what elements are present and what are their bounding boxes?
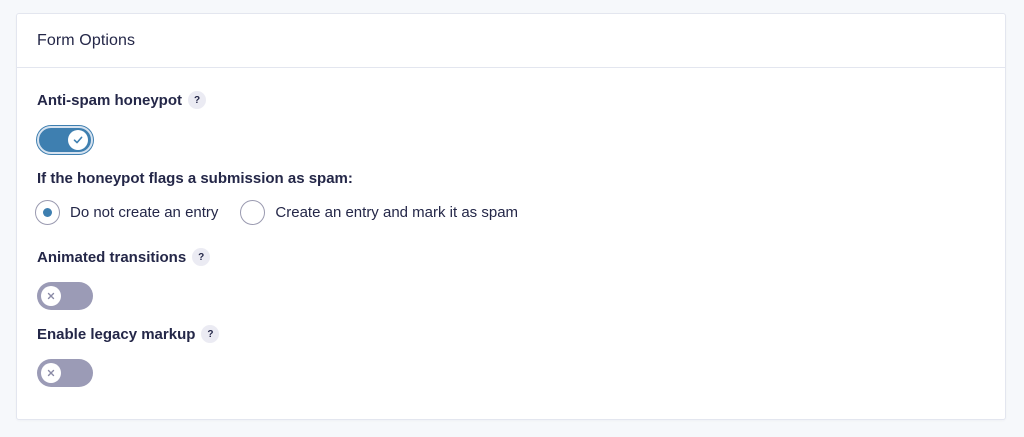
toggle-knob bbox=[41, 363, 61, 383]
check-icon bbox=[73, 136, 83, 144]
radio-mark-spam[interactable] bbox=[240, 200, 266, 225]
x-icon bbox=[47, 292, 55, 300]
radio-selected-dot bbox=[43, 208, 52, 217]
animated-transitions-toggle[interactable] bbox=[37, 282, 93, 310]
radio-option-mark-spam[interactable]: Create an entry and mark it as spam bbox=[240, 200, 518, 225]
toggle-knob bbox=[68, 130, 88, 150]
animated-transitions-help-icon[interactable]: ? bbox=[192, 248, 211, 266]
spam-action-label: If the honeypot flags a submission as sp… bbox=[37, 170, 353, 187]
radio-no-entry[interactable] bbox=[35, 200, 60, 225]
legacy-markup-label: Enable legacy markup bbox=[37, 325, 196, 343]
animated-transitions-setting-label: Animated transitions ? bbox=[37, 248, 211, 266]
legacy-markup-help-icon[interactable]: ? bbox=[201, 325, 220, 343]
honeypot-label: Anti-spam honeypot bbox=[37, 91, 182, 109]
honeypot-toggle[interactable] bbox=[37, 126, 93, 154]
panel-header: Form Options bbox=[17, 14, 1005, 68]
honeypot-setting-label: Anti-spam honeypot ? bbox=[37, 91, 206, 109]
legacy-markup-setting-label: Enable legacy markup ? bbox=[37, 325, 220, 343]
radio-label-mark-spam: Create an entry and mark it as spam bbox=[275, 204, 519, 221]
spam-action-question: If the honeypot flags a submission as sp… bbox=[37, 170, 353, 187]
radio-option-no-entry[interactable]: Do not create an entry bbox=[35, 200, 218, 225]
radio-label-no-entry: Do not create an entry bbox=[70, 204, 219, 221]
x-icon bbox=[47, 369, 55, 377]
honeypot-help-icon[interactable]: ? bbox=[188, 91, 206, 109]
spam-action-radio-group: Do not create an entry Create an entry a… bbox=[35, 200, 540, 225]
legacy-markup-toggle[interactable] bbox=[37, 359, 93, 387]
panel-title: Form Options bbox=[37, 31, 136, 49]
toggle-knob bbox=[41, 286, 61, 306]
form-options-panel: Form Options Anti-spam honeypot ? If the… bbox=[16, 13, 1006, 420]
animated-transitions-label: Animated transitions bbox=[37, 248, 187, 266]
